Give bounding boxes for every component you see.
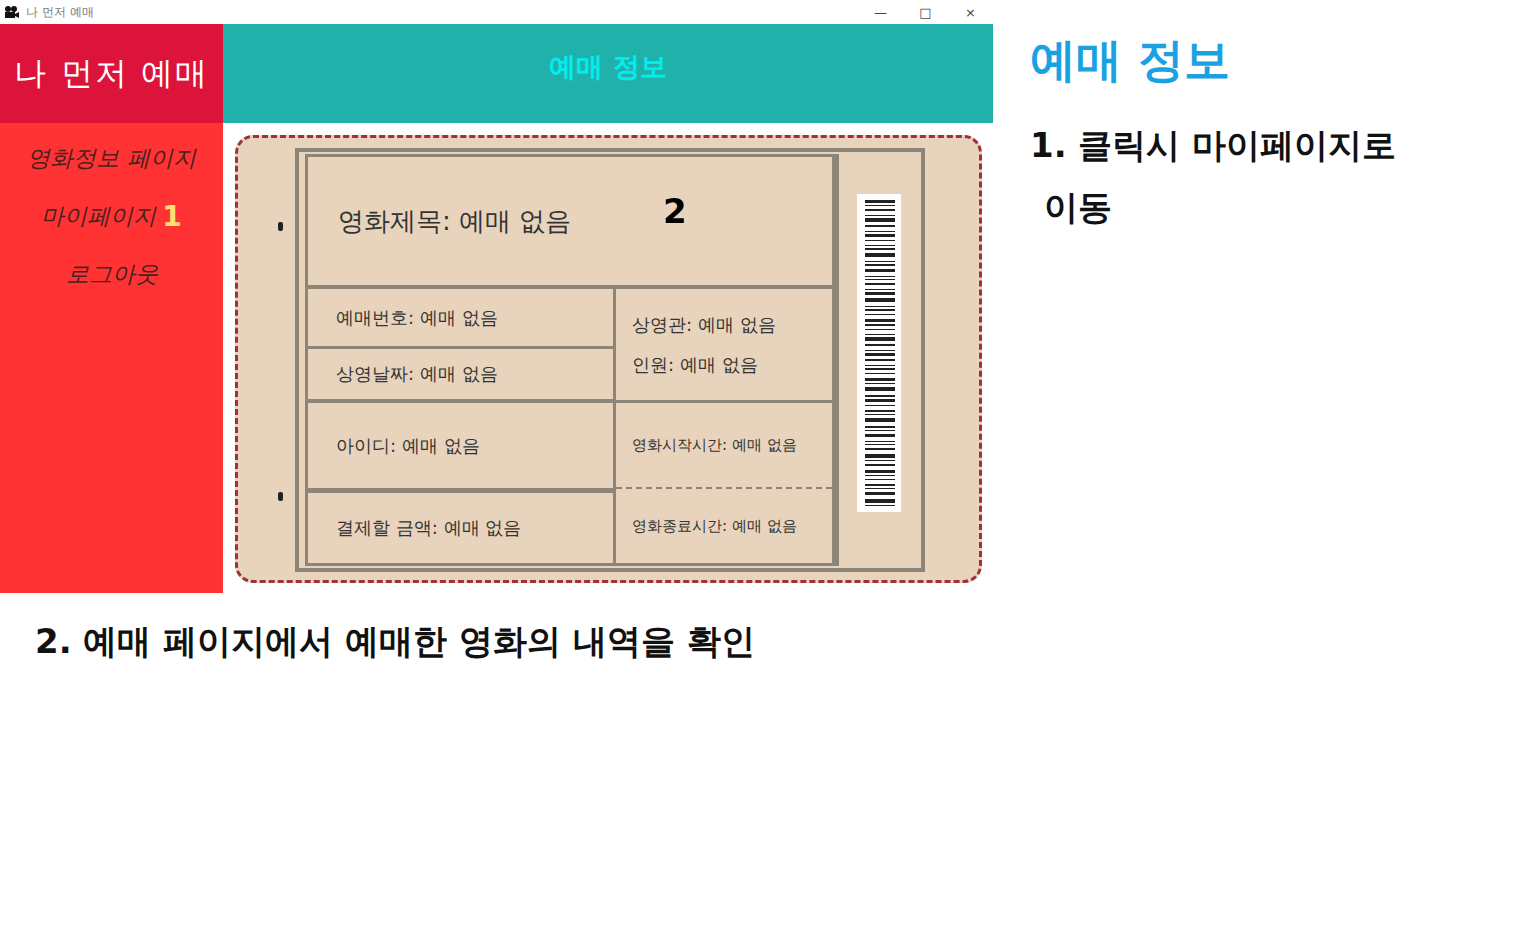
- ticket-field: 영화종료시간: 예매 없음: [616, 489, 832, 563]
- note-item: 1. 클릭시 마이페이지로: [1030, 114, 1396, 176]
- app-window: 나 먼저 예매 —□× 나 먼저 예매영화정보 페이지마이페이지1 로그아웃 예매 정보…: [0, 0, 993, 593]
- window-control[interactable]: —: [858, 5, 903, 20]
- window-control[interactable]: ×: [948, 5, 993, 20]
- hole-icon: [278, 492, 283, 501]
- ticket-field: 영화시작시간: 예매 없음: [616, 403, 832, 489]
- ticket-field: 예매번호: 예매 없음: [308, 289, 613, 349]
- page: 나 먼저 예매 —□× 나 먼저 예매영화정보 페이지마이페이지1 로그아웃 예매 정보…: [0, 0, 1534, 949]
- annotation-marker: 2: [663, 191, 687, 231]
- movie-title: 영화제목: 예매 없음2: [308, 157, 832, 289]
- brand: 나 먼저 예매: [0, 24, 223, 123]
- notes-title: 예매 정보: [1030, 30, 1396, 92]
- ticket-field: 결제할 금액: 예매 없음: [308, 493, 613, 563]
- header: 예매 정보: [223, 24, 993, 123]
- ticket-field: 상영관: 예매 없음인원: 예매 없음: [616, 289, 832, 403]
- camera-icon: [4, 5, 20, 19]
- note-item: 이동: [1030, 176, 1396, 238]
- title-bar: 나 먼저 예매 —□×: [0, 0, 993, 24]
- caption: 2. 예매 페이지에서 예매한 영화의 내역을 확인: [0, 619, 1534, 665]
- ticket-field: 아이디: 예매 없음: [308, 403, 613, 493]
- notes: 예매 정보 1. 클릭시 마이페이지로이동: [993, 0, 1396, 593]
- window-title: 나 먼저 예매: [26, 4, 94, 21]
- sidebar-item[interactable]: 마이페이지1: [41, 200, 181, 233]
- sidebar-item[interactable]: 영화정보 페이지: [27, 143, 195, 174]
- ticket-field: 상영날짜: 예매 없음: [308, 349, 613, 403]
- hole-icon: [278, 222, 283, 231]
- window-control[interactable]: □: [903, 5, 948, 20]
- ticket: 영화제목: 예매 없음2예매번호: 예매 없음상영날짜: 예매 없음아이디: 예…: [235, 135, 982, 583]
- sidebar: 나 먼저 예매영화정보 페이지마이페이지1 로그아웃: [0, 24, 223, 593]
- annotation-marker: 1: [162, 200, 181, 233]
- barcode-icon: [857, 194, 901, 512]
- main-panel: 예매 정보영화제목: 예매 없음2예매번호: 예매 없음상영날짜: 예매 없음아…: [223, 24, 993, 593]
- sidebar-item[interactable]: 로그아웃: [66, 259, 158, 290]
